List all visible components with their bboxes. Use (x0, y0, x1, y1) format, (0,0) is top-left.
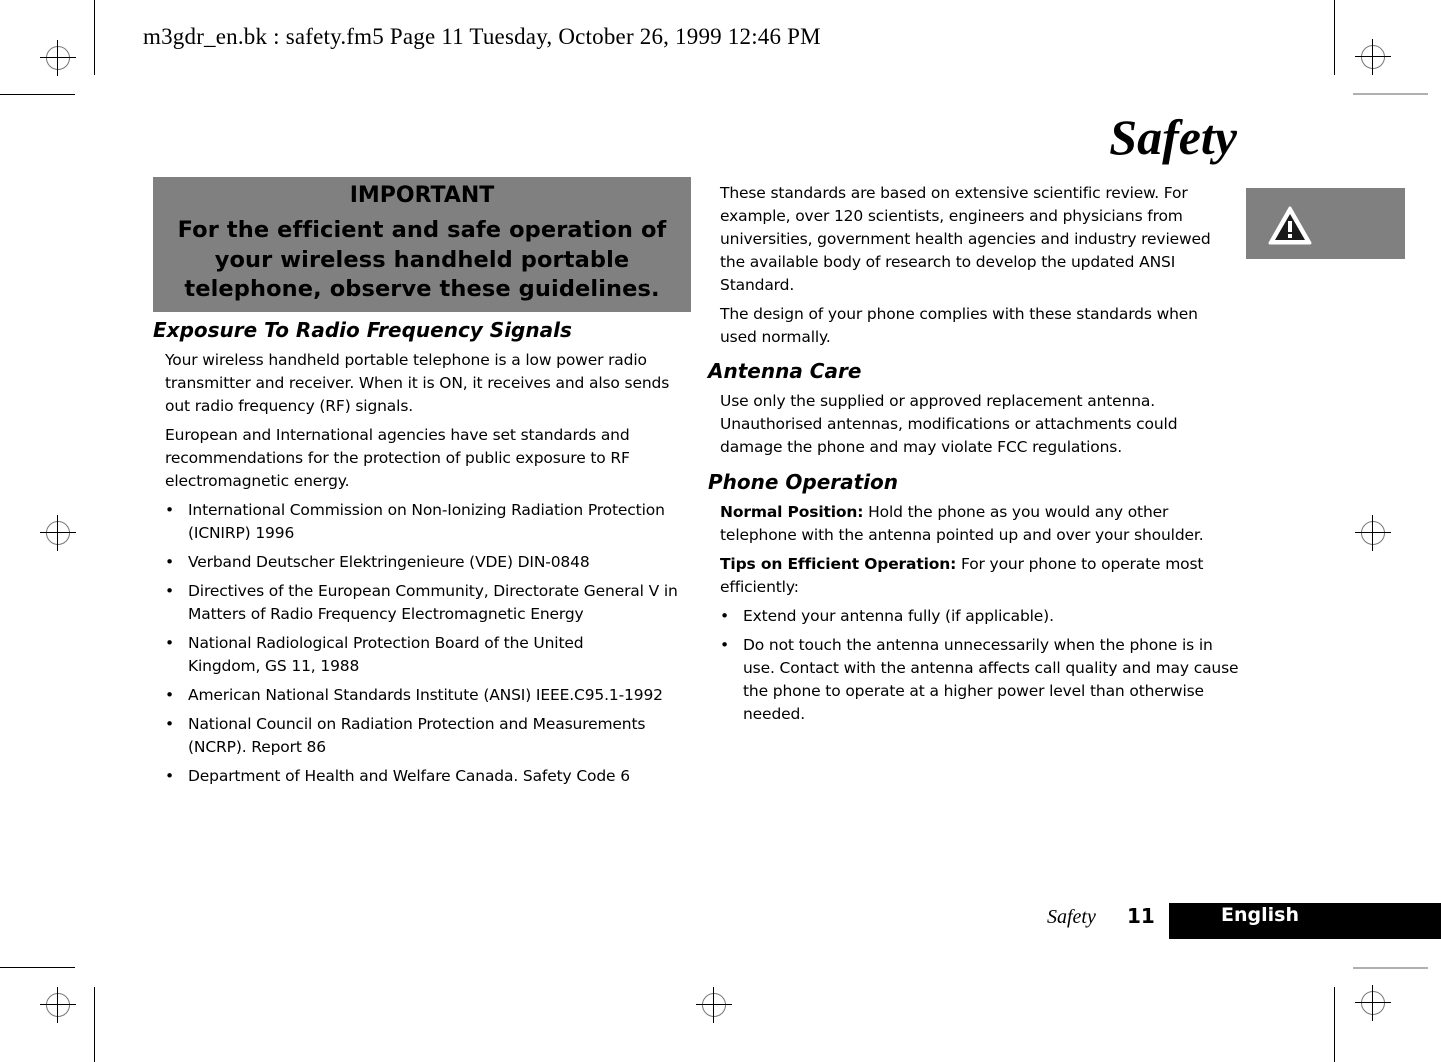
list-item: • International Commission on Non-Ionizin… (165, 501, 665, 542)
page-number: 11 (1127, 904, 1155, 928)
bullet-icon: • (165, 501, 174, 519)
important-notice-box: IMPORTANT For the efficient and safe ope… (153, 177, 691, 312)
paragraph-tips: Tips on Efficient Operation: For your ph… (720, 555, 1204, 596)
registration-mark-icon (1355, 985, 1391, 1021)
section-heading-phone-operation: Phone Operation (708, 470, 899, 494)
crop-mark (0, 967, 75, 968)
crop-mark (94, 987, 95, 1062)
language-tab: English (1169, 903, 1441, 939)
paragraph: These standards are based on extensive s… (720, 184, 1211, 294)
normal-position-label: Normal Position: (720, 503, 864, 521)
list-item: • National Radiological Protection Board … (165, 634, 584, 675)
paragraph: Use only the supplied or approved replac… (720, 392, 1178, 456)
registration-mark-icon (40, 40, 76, 76)
page-title: Safety (1109, 109, 1237, 165)
registration-mark-icon (40, 515, 76, 551)
list-item: • Directives of the European Community, D… (165, 582, 678, 623)
list-item: • Verband Deutscher Elektringenieure (VDE… (164, 551, 689, 574)
crop-mark (0, 94, 75, 95)
list-item: • Extend your antenna fully (if applicabl… (719, 605, 1239, 628)
print-header-slug: m3gdr_en.bk : safety.fm5 Page 11 Tuesday… (143, 24, 821, 49)
standards-list: • International Commission on Non-Ionizin… (164, 499, 689, 794)
warning-triangle-icon (1268, 206, 1312, 245)
bullet-icon: • (165, 582, 174, 600)
crop-mark (1334, 987, 1335, 1062)
tips-label: Tips on Efficient Operation: (720, 555, 957, 573)
bullet-icon: • (720, 636, 729, 654)
crop-mark (94, 0, 95, 75)
bullet-icon: • (165, 686, 174, 704)
crop-mark (1353, 967, 1428, 969)
bullet-icon: • (165, 715, 174, 733)
bullet-icon: • (720, 607, 729, 625)
bullet-icon: • (165, 634, 174, 652)
bullet-icon: • (165, 553, 174, 571)
paragraph: European and International agencies have… (165, 426, 630, 490)
important-notice-text: For the efficient and safe operation of … (177, 217, 667, 302)
registration-mark-icon (40, 987, 76, 1023)
list-item: • National Council on Radiation Protectio… (165, 715, 646, 756)
paragraph: The design of your phone complies with t… (720, 305, 1198, 346)
registration-mark-icon (696, 987, 732, 1023)
tips-list: • Extend your antenna fully (if applicabl… (719, 605, 1239, 732)
crop-mark (1353, 93, 1428, 95)
warning-tab (1246, 188, 1405, 259)
registration-mark-icon (1355, 515, 1391, 551)
important-notice-title: IMPORTANT (349, 183, 495, 208)
bullet-icon: • (165, 767, 174, 785)
crop-mark (1334, 0, 1335, 75)
section-heading-antenna-care: Antenna Care (708, 359, 862, 383)
list-item: • Department of Health and Welfare Canada… (164, 765, 689, 788)
registration-mark-icon (1355, 39, 1391, 75)
footer-section-name: Safety (1047, 906, 1096, 928)
list-item: • Do not touch the antenna unnecessarily … (720, 636, 1239, 723)
list-item: • American National Standards Institute (… (164, 684, 689, 707)
paragraph: Your wireless handheld portable telephon… (165, 351, 670, 415)
paragraph-normal-position: Normal Position: Hold the phone as you w… (720, 503, 1204, 544)
section-heading-rf-exposure: Exposure To Radio Frequency Signals (153, 318, 572, 342)
